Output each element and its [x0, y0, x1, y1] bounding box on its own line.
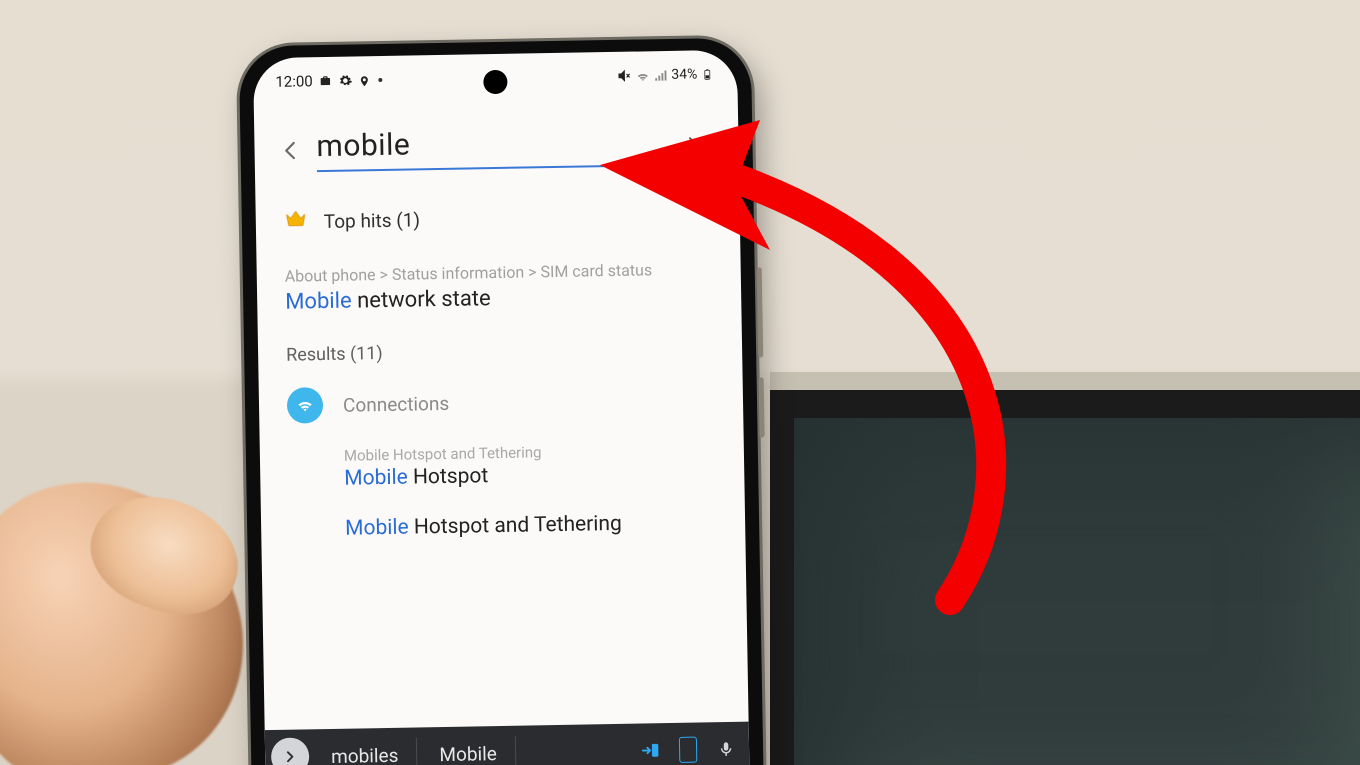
search-results: Top hits (1) About phone > Status inform… [255, 175, 745, 542]
battery-icon [701, 67, 715, 81]
wifi-circle-icon [287, 387, 324, 424]
background-monitor [770, 390, 1360, 765]
wifi-icon [635, 68, 649, 82]
briefcase-icon [319, 74, 333, 88]
back-button[interactable] [272, 132, 309, 169]
category-label: Connections [343, 391, 450, 416]
more-indicator-dot [379, 78, 383, 82]
crown-icon [284, 206, 309, 236]
suggestion-1[interactable]: mobiles [313, 737, 418, 765]
volume-button [757, 267, 764, 357]
top-hits-label: Top hits (1) [324, 208, 421, 233]
result-title: Mobile Hotspot [344, 460, 716, 490]
expand-keyboard-button[interactable] [271, 737, 310, 765]
photo-scene: 12:00 [0, 0, 1360, 765]
clock: 12:00 [275, 72, 313, 91]
battery-percent: 34% [671, 66, 697, 82]
search-header [254, 92, 739, 183]
signal-icon [653, 68, 667, 82]
top-hits-header: Top hits (1) [284, 199, 712, 236]
clipboard-icon[interactable] [671, 727, 706, 765]
suggestion-2[interactable]: Mobile [421, 735, 516, 765]
category-connections[interactable]: Connections [287, 380, 716, 423]
results-count-label: Results (11) [286, 337, 714, 365]
result-item-1[interactable]: Mobile Hotspot and Tethering Mobile Hots… [288, 440, 717, 491]
location-icon [359, 73, 373, 87]
phone-screen: 12:00 [253, 50, 750, 765]
mute-icon [617, 69, 631, 83]
result-title: Mobile network state [285, 282, 713, 314]
result-item-2[interactable]: Mobile Hotspot and Tethering [289, 510, 717, 541]
clear-search-button[interactable] [678, 126, 713, 161]
power-button [759, 377, 765, 437]
search-input[interactable] [316, 121, 671, 172]
result-breadcrumb: About phone > Status information > SIM c… [285, 259, 713, 285]
mic-icon[interactable] [709, 727, 744, 765]
top-hit-item[interactable]: About phone > Status information > SIM c… [285, 259, 714, 314]
clipboard-insert-icon[interactable] [633, 728, 668, 765]
result-title: Mobile Hotspot and Tethering [345, 510, 717, 540]
phone-device: 12:00 [239, 38, 764, 765]
keyboard-suggestion-bar: mobiles Mobile [265, 722, 750, 765]
gear-icon [339, 73, 353, 87]
